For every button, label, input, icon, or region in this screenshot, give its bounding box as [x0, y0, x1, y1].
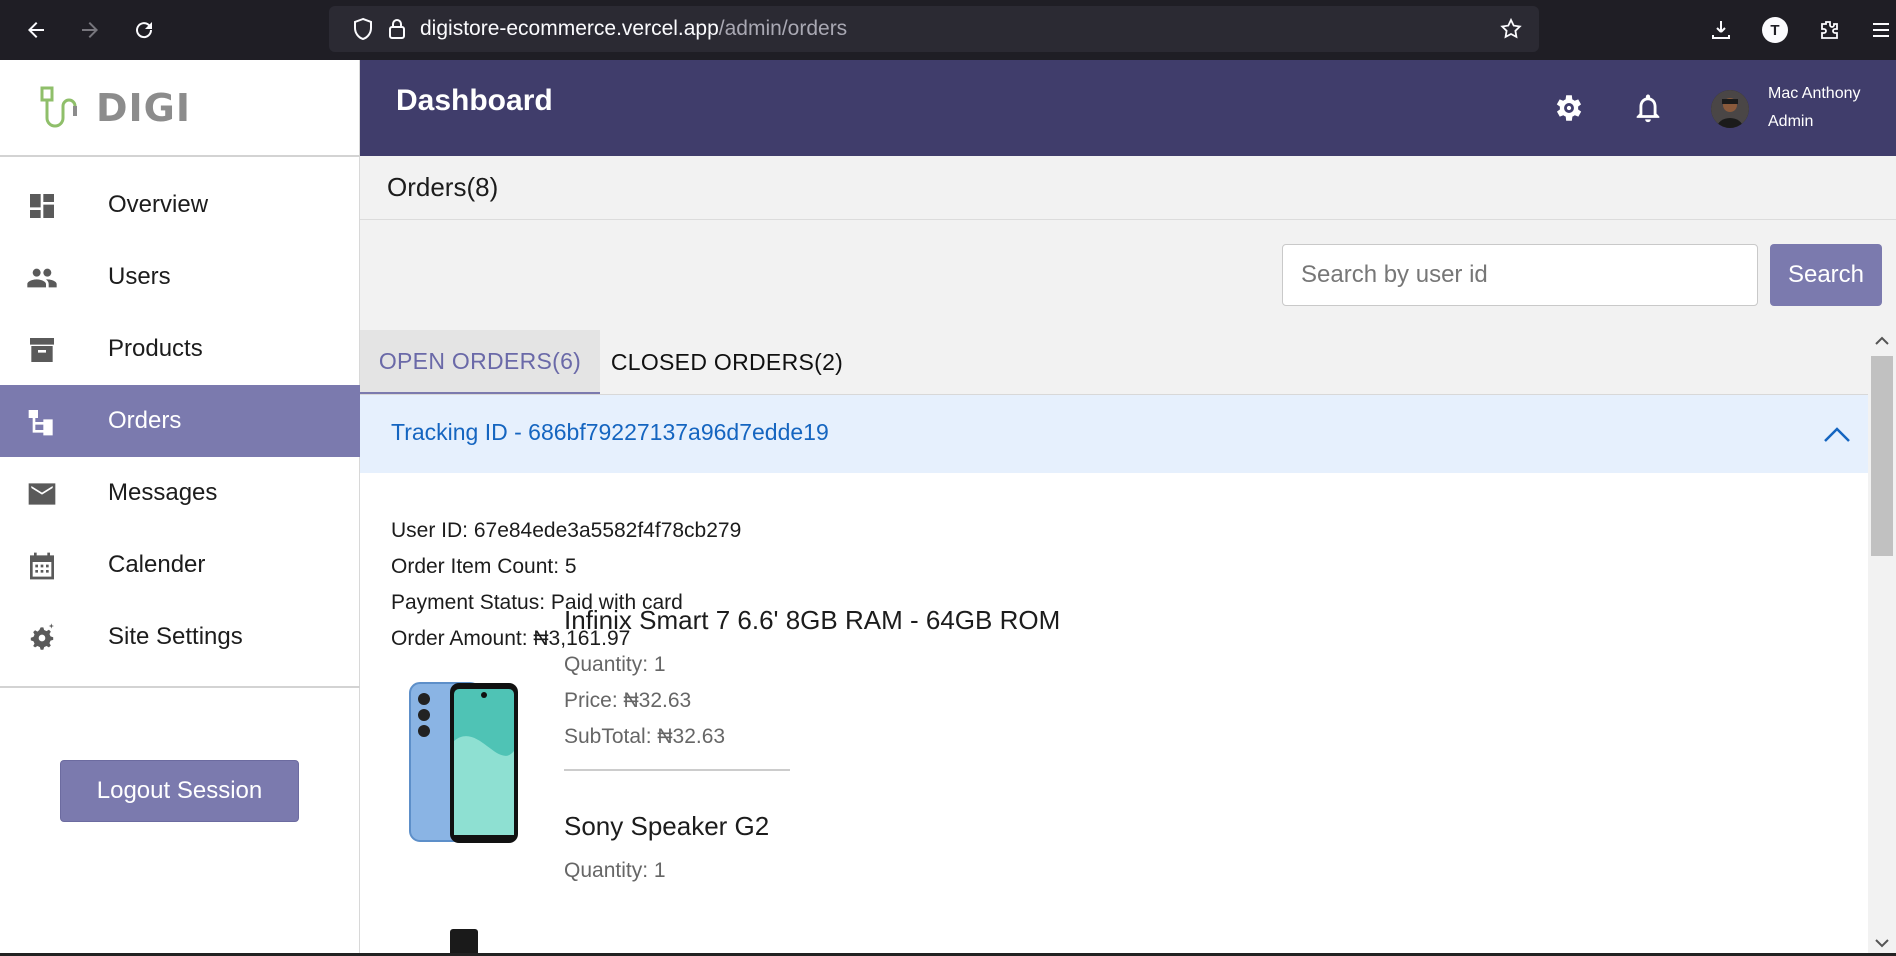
avatar[interactable] [1711, 90, 1749, 128]
divider [0, 155, 360, 157]
chevron-up-icon[interactable] [1822, 421, 1852, 447]
dashboard-icon [26, 191, 58, 221]
product-name: Sony Speaker G2 [564, 811, 770, 841]
profile-avatar[interactable]: T [1759, 14, 1791, 46]
shield-icon[interactable] [351, 17, 375, 41]
product-name: Infinix Smart 7 6.6' 8GB RAM - 64GB ROM [564, 605, 1061, 635]
logo[interactable]: DIGI [38, 84, 191, 132]
sidebar-item-label: Site Settings [108, 623, 243, 650]
phone-product-image [409, 682, 518, 843]
order-accordion-header[interactable]: Tracking ID - 686bf79227137a96d7edde19 [360, 395, 1868, 473]
product-quantity: Quantity: 1 [564, 653, 666, 676]
search-input[interactable] [1282, 244, 1758, 306]
reload-icon[interactable] [126, 12, 162, 48]
users-icon [26, 263, 58, 293]
user-role: Admin [1768, 113, 1814, 130]
sidebar-item-overview[interactable]: Overview [0, 169, 360, 241]
speaker-product-image [450, 929, 478, 956]
user-name: Mac Anthony [1768, 85, 1861, 102]
search-button[interactable]: Search [1770, 244, 1882, 306]
tab-closed-orders[interactable]: CLOSED ORDERS(2) [600, 330, 854, 394]
usb-plug-icon [40, 86, 77, 128]
sidebar-item-label: Products [108, 335, 203, 362]
sidebar-item-products[interactable]: Products [0, 313, 360, 385]
star-bookmark-icon[interactable] [1499, 17, 1523, 41]
sidebar-item-users[interactable]: Users [0, 241, 360, 313]
download-icon[interactable] [1705, 14, 1737, 46]
tab-open-orders[interactable]: OPEN ORDERS(6) [360, 330, 600, 394]
scroll-up-arrow-icon[interactable] [1872, 334, 1892, 348]
sidebar-item-orders[interactable]: Orders [0, 385, 360, 457]
scroll-down-arrow-icon[interactable] [1872, 936, 1892, 950]
back-icon[interactable] [18, 12, 54, 48]
profile-initial: T [1762, 17, 1788, 43]
order-item-count: Order Item Count: 5 [391, 555, 577, 578]
mail-icon [26, 479, 58, 509]
orders-tree-icon [26, 407, 58, 437]
logout-button[interactable]: Logout Session [60, 760, 299, 822]
top-header: Dashboard Mac Anthony Admin [360, 60, 1896, 156]
browser-toolbar: digistore-ecommerce.vercel.app/admin/ord… [0, 0, 1896, 60]
tracking-id: Tracking ID - 686bf79227137a96d7edde19 [391, 419, 829, 445]
order-panel: Tracking ID - 686bf79227137a96d7edde19 U… [360, 394, 1868, 956]
product-divider [564, 769, 790, 771]
sidebar-item-calender[interactable]: Calender [0, 529, 360, 601]
orders-heading: Orders(8) [387, 172, 499, 202]
divider [0, 686, 360, 688]
main-content: Orders(8) Search OPEN ORDERS(6) CLOSED O… [360, 156, 1896, 956]
logo-text: DIGI [96, 86, 192, 130]
sidebar-item-site-settings[interactable]: Site Settings [0, 601, 360, 673]
calendar-icon [26, 551, 58, 581]
sidebar-item-label: Overview [108, 191, 209, 218]
scrollbar-thumb[interactable] [1871, 356, 1893, 556]
settings-cog-icon [26, 623, 58, 653]
page-title: Dashboard [396, 84, 553, 117]
order-user-id: User ID: 67e84ede3a5582f4f78cb279 [391, 519, 742, 542]
product-subtotal: SubTotal: ₦32.63 [564, 725, 726, 748]
url-text[interactable]: digistore-ecommerce.vercel.app/admin/ord… [420, 6, 847, 52]
orders-title-bar: Orders(8) [360, 156, 1896, 220]
sidebar-item-messages[interactable]: Messages [0, 457, 360, 529]
product-quantity: Quantity: 1 [564, 859, 666, 882]
sidebar-item-label: Orders [108, 407, 182, 434]
menu-icon[interactable] [1866, 14, 1896, 46]
sidebar-item-label: Users [108, 263, 171, 290]
sidebar: DIGI Overview Users Products Orders Mess… [0, 60, 360, 956]
product-price: Price: ₦32.63 [564, 689, 692, 712]
bell-icon[interactable] [1630, 90, 1666, 126]
sidebar-item-label: Messages [108, 479, 218, 506]
lock-icon[interactable] [385, 17, 409, 41]
forward-icon[interactable] [72, 12, 108, 48]
extensions-icon[interactable] [1813, 14, 1845, 46]
archive-icon [26, 335, 58, 365]
gear-icon[interactable] [1551, 90, 1587, 126]
sidebar-item-label: Calender [108, 551, 206, 578]
address-bar[interactable]: digistore-ecommerce.vercel.app/admin/ord… [329, 6, 1539, 52]
